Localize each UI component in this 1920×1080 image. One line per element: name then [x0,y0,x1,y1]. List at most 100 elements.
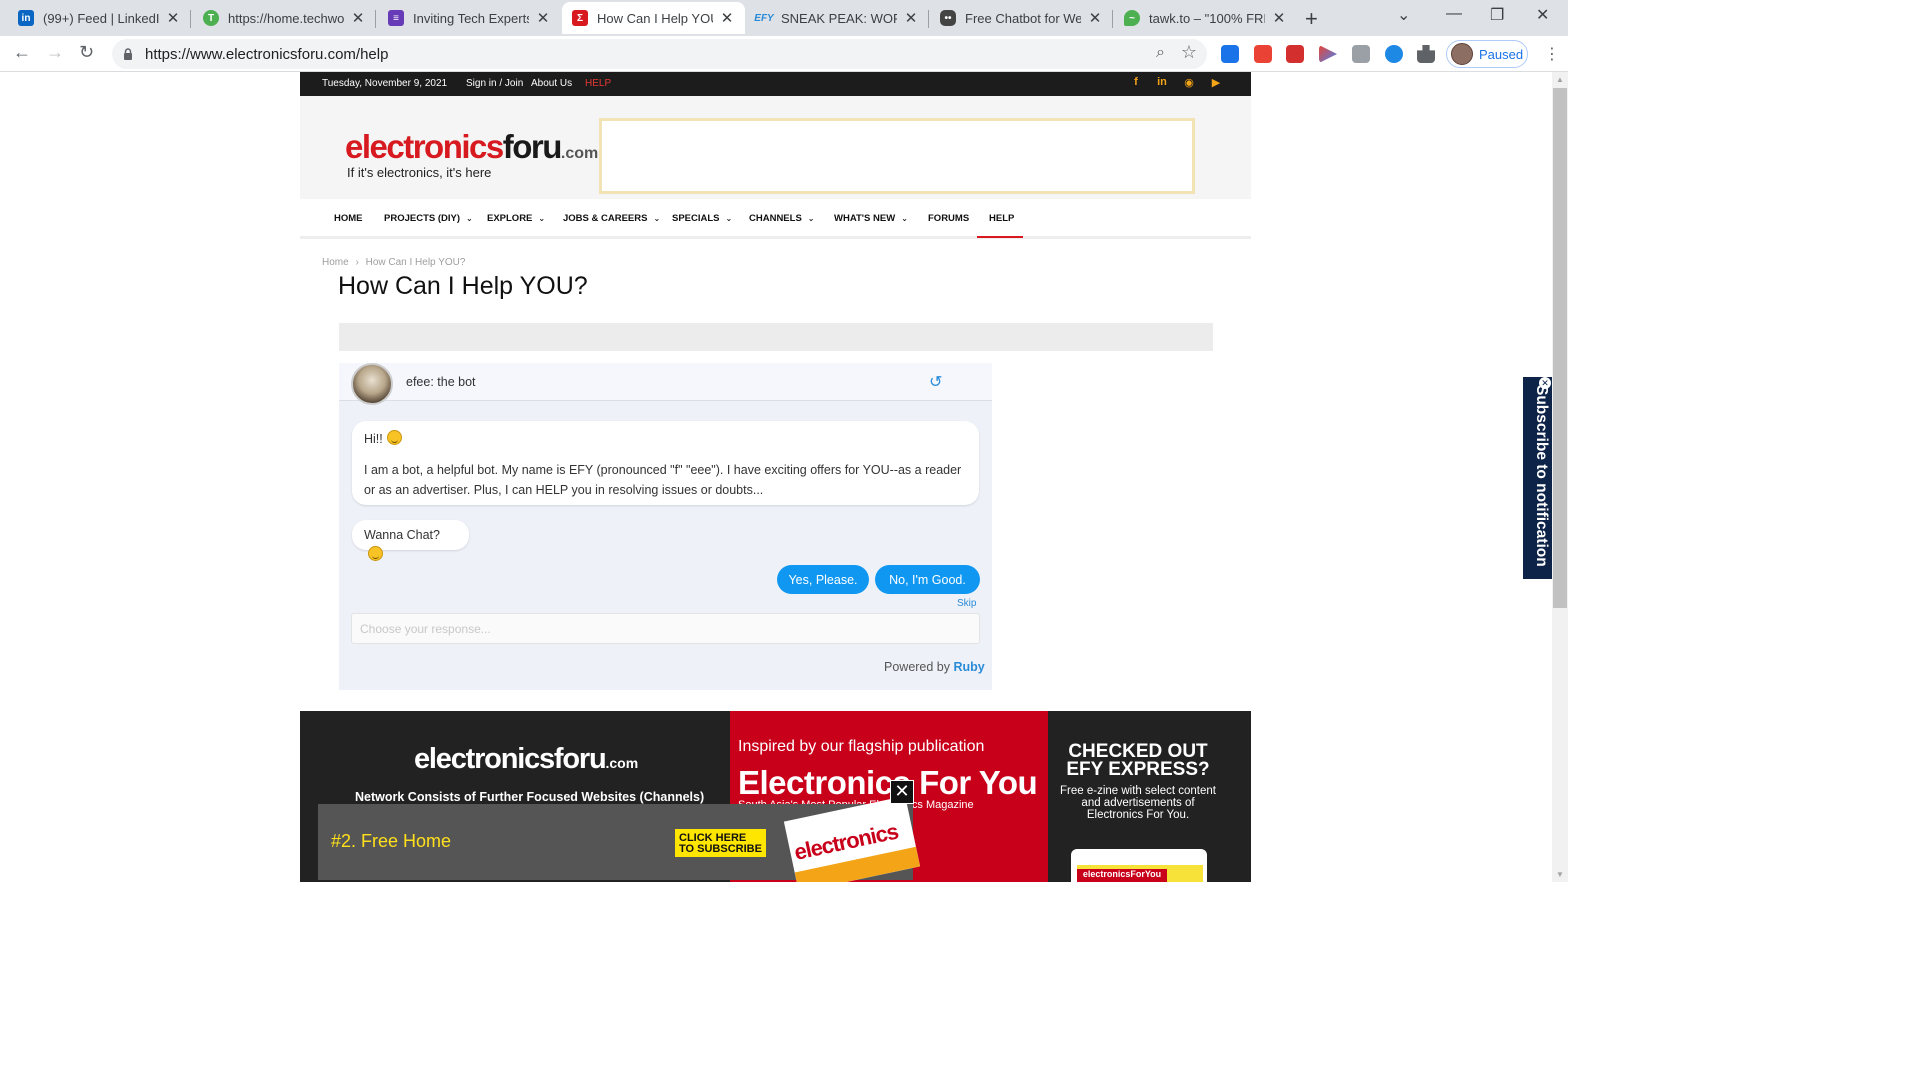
skip-link[interactable]: Skip [957,598,976,609]
nav-projects[interactable]: PROJECTS (DIY) ⌄ [384,213,473,224]
scrollbar-thumb[interactable] [1553,88,1567,608]
tab-tawk[interactable]: ~ tawk.to – "100% FREE ✕ [1114,2,1297,34]
address-bar[interactable]: https://www.electronicsforu.com/help ⌕ ☆ [112,39,1207,69]
chevron-down-icon: ⌄ [538,214,546,223]
breadcrumb-separator: › [355,257,359,268]
subscribe-notification-tab[interactable]: Subscribe to notification ✕ [1523,377,1552,579]
telegram-icon[interactable]: ◉ [1181,76,1197,92]
new-tab-icon[interactable]: + [1305,6,1318,32]
nav-help[interactable]: HELP [989,213,1014,224]
window-close-icon[interactable]: ✕ [1536,5,1549,25]
chevron-down-icon: ⌄ [653,214,661,223]
nav-forums[interactable]: FORUMS [928,213,969,224]
logo-dotcom: .com [560,145,599,162]
scroll-down-icon[interactable]: ▼ [1556,870,1564,879]
profile-status: Paused [1479,46,1524,62]
close-icon[interactable]: ✕ [1271,9,1287,27]
restart-chat-icon[interactable]: ↺ [929,372,942,392]
ezine-brand: electronicsForYou [1077,869,1167,882]
sigma-icon: Σ [572,10,588,26]
nav-jobs-careers[interactable]: JOBS & CAREERS ⌄ [563,213,660,224]
tab-chatbot[interactable]: •• Free Chatbot for Web ✕ [930,2,1113,34]
nav-explore[interactable]: EXPLORE ⌄ [487,213,545,224]
breadcrumb: Home › How Can I Help YOU? [322,257,465,268]
response-field [351,613,980,644]
form-icon: ≡ [388,10,404,26]
logo-red-text: electronics [345,128,504,165]
close-icon[interactable]: ✕ [535,9,551,27]
close-icon[interactable]: ✕ [903,9,919,27]
close-icon[interactable]: ✕ [165,9,181,27]
tab-techwork[interactable]: T https://home.techwor ✕ [193,2,376,34]
back-icon[interactable]: ← [13,42,31,63]
chatbot-widget: efee: the bot ↺ Hi!! I am a bot, a helpf… [339,363,992,690]
nav-specials[interactable]: SPECIALS ⌄ [672,213,732,224]
efy-title: Electronics For You [738,764,1038,801]
ezine-thumbnail[interactable]: electronicsForYou [1071,849,1207,882]
linkedin-icon[interactable]: in [1154,76,1170,92]
tab-help-active[interactable]: Σ How Can I Help YOU? ✕ [562,2,745,34]
profile-button[interactable]: Paused [1446,40,1528,68]
site-top-bar: Tuesday, November 9, 2021 Sign in / Join… [300,72,1251,96]
puzzle-extensions-icon[interactable] [1417,45,1435,63]
sticky-ad-overlay[interactable]: #2. Free Home CLICK HERE TO SUBSCRIBE el… [318,795,921,882]
more-menu-icon[interactable]: ⋮ [1544,44,1560,64]
nav-whats-new[interactable]: WHAT'S NEW ⌄ [834,213,908,224]
tab-title: How Can I Help YOU? [597,10,713,26]
browser-toolbar: ← → ↻ https://www.electronicsforu.com/he… [0,36,1568,72]
nav-home[interactable]: HOME [334,213,363,224]
extension-bag-icon[interactable] [1254,45,1272,63]
youtube-icon[interactable]: ▶ [1208,76,1224,92]
tab-title: tawk.to – "100% FREE [1149,10,1265,26]
bot-avatar [351,363,393,405]
play-extension-icon[interactable] [1319,45,1337,63]
subscribe-label: Subscribe to notification [1533,385,1550,567]
camera-extension-icon[interactable] [1352,45,1370,63]
tab-separator [928,10,929,28]
tab-sneak-peak[interactable]: EFY SNEAK PEAK: WORK O ✕ [746,2,929,34]
forward-icon[interactable]: → [46,42,64,63]
close-icon[interactable]: ✕ [1539,377,1551,389]
nav-active-indicator [977,236,1023,238]
chevron-down-icon: ⌄ [466,214,473,223]
site-logo[interactable]: electronicsforu.com [345,128,598,166]
restore-icon[interactable]: ❐ [1490,5,1504,25]
close-icon[interactable]: ✕ [350,9,366,27]
tab-linkedin[interactable]: in (99+) Feed | LinkedIn ✕ [8,2,191,34]
nav-channels[interactable]: CHANNELS ⌄ [749,213,814,224]
facebook-icon[interactable]: f [1128,76,1144,92]
scroll-up-icon[interactable]: ▲ [1556,75,1564,84]
page-scrollbar[interactable]: ▲ ▼ [1552,72,1568,882]
url-text: https://www.electronicsforu.com/help [145,46,389,63]
minimize-icon[interactable]: — [1446,5,1462,23]
breadcrumb-current: How Can I Help YOU? [365,257,466,268]
subscribe-cta-button[interactable]: CLICK HERE TO SUBSCRIBE [675,829,766,857]
response-input[interactable] [352,614,979,643]
powered-brand-link[interactable]: Ruby [954,660,985,674]
breadcrumb-home[interactable]: Home [322,257,349,268]
tab-inviting[interactable]: ≡ Inviting Tech Experts t ✕ [378,2,561,34]
footer-logo[interactable]: electronicsforu.com [414,743,638,776]
bookmark-star-icon[interactable]: ☆ [1181,42,1197,63]
sync-extension-icon[interactable] [1385,45,1403,63]
header-ad-banner[interactable] [599,118,1195,194]
help-link[interactable]: HELP [585,78,611,89]
zoom-icon[interactable]: ⌕ [1156,44,1165,62]
reload-icon[interactable]: ↻ [79,42,94,63]
close-icon[interactable]: ✕ [1087,9,1103,27]
close-ad-icon[interactable]: ✕ [890,780,914,804]
tab-search-icon[interactable]: ⌄ [1397,5,1410,25]
chevron-down-icon: ⌄ [901,214,908,223]
signin-link[interactable]: Sign in / Join [466,78,523,89]
bot-question-bubble: Wanna Chat? [352,520,469,561]
efy-express-promo: CHECKED OUT EFY EXPRESS? Free e-zine wit… [1048,711,1251,882]
checked-out-heading: CHECKED OUT EFY EXPRESS? [1066,741,1210,780]
pdf-extension-icon[interactable] [1286,45,1304,63]
about-link[interactable]: About Us [531,78,572,89]
tab-title: (99+) Feed | LinkedIn [43,10,159,26]
no-im-good-button[interactable]: No, I'm Good. [875,565,980,594]
extension-s-icon[interactable] [1221,45,1239,63]
close-icon[interactable]: ✕ [719,9,735,27]
linkedin-icon: in [18,10,34,26]
yes-please-button[interactable]: Yes, Please. [777,565,869,594]
